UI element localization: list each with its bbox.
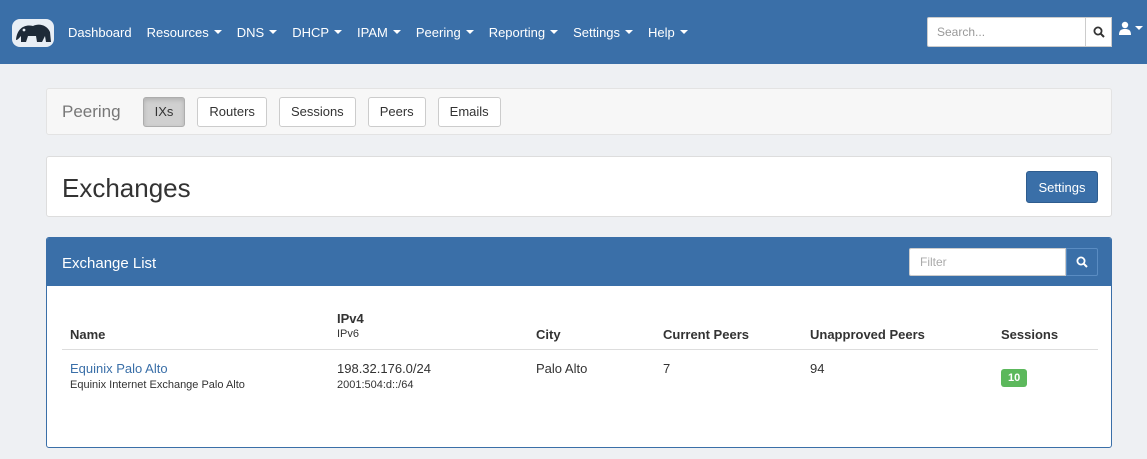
nav-item-label: Help [648, 24, 675, 40]
nav-item-label: Peering [415, 24, 461, 40]
nav-item-peering[interactable]: Peering [416, 25, 474, 40]
search-button[interactable] [1086, 17, 1112, 47]
column-header-name[interactable]: Name [70, 327, 105, 342]
app-logo-icon[interactable] [10, 16, 56, 50]
tab-peers[interactable]: Peers [367, 96, 426, 127]
column-header-ip[interactable]: IPv4 IPv6 [337, 311, 364, 340]
column-header-unapproved-peers[interactable]: Unapproved Peers [810, 327, 925, 342]
exchange-description: Equinix Internet Exchange Palo Alto [70, 379, 245, 391]
chevron-down-icon [269, 30, 278, 34]
panel-heading: Exchange List [47, 238, 1111, 286]
section-title: Peering [62, 101, 121, 121]
peering-subnav: Peering IXs Routers Sessions Peers Emails [46, 88, 1112, 135]
sessions-count-badge[interactable]: 10 [1001, 369, 1028, 387]
exchange-ip-cell: 198.32.176.0/24 2001:504:d::/64 [337, 361, 431, 391]
table-header-divider [62, 349, 1098, 350]
top-navbar: Dashboard Resources DNS DHCP IPAM Peering Repo… [0, 0, 1147, 64]
exchange-name-link[interactable]: Equinix Palo Alto [70, 361, 168, 376]
nav-item-label: Reporting [488, 24, 546, 40]
column-header-city[interactable]: City [536, 327, 561, 342]
page-header: Exchanges Settings [46, 156, 1112, 217]
column-header-ipv6: IPv6 [337, 328, 360, 340]
chevron-down-icon [465, 30, 474, 34]
nav-item-label: Settings [573, 24, 621, 40]
exchange-list-panel: Exchange List Name IPv4 IPv6 City Curren… [46, 237, 1112, 448]
chevron-down-icon [625, 30, 634, 34]
column-header-ipv4: IPv4 [337, 311, 364, 326]
search-icon [1093, 26, 1105, 38]
exchange-city: Palo Alto [536, 361, 588, 376]
main-menu: Dashboard Resources DNS DHCP IPAM Peering Repo… [68, 25, 703, 40]
nav-item-dashboard[interactable]: Dashboard [68, 25, 132, 40]
nav-item-label: Resources [146, 24, 209, 40]
tab-ixs[interactable]: IXs [142, 96, 186, 127]
column-header-sessions[interactable]: Sessions [1001, 327, 1058, 342]
filter-button[interactable] [1066, 248, 1098, 276]
nav-item-label: IPAM [357, 24, 388, 40]
nav-item-ipam[interactable]: IPAM [357, 25, 401, 40]
chevron-down-icon [550, 30, 559, 34]
exchange-current-peers: 7 [663, 361, 671, 376]
chevron-down-icon [213, 30, 222, 34]
nav-item-dhcp[interactable]: DHCP [292, 24, 343, 40]
nav-item-label: DHCP [292, 24, 330, 40]
tab-emails[interactable]: Emails [437, 96, 501, 127]
global-search-input[interactable] [927, 17, 1086, 47]
user-icon [1119, 21, 1131, 35]
exchange-ipv6: 2001:504:d::/64 [337, 379, 414, 391]
chevron-down-icon [679, 30, 688, 34]
settings-button[interactable]: Settings [1026, 171, 1098, 203]
page-title: Exchanges [62, 173, 191, 203]
peering-tabs: IXs Routers Sessions Peers Emails [142, 96, 513, 127]
nav-item-help[interactable]: Help [648, 25, 688, 40]
nav-item-settings[interactable]: Settings [573, 24, 634, 40]
panel-title: Exchange List [62, 255, 157, 272]
user-menu[interactable] [1118, 21, 1143, 35]
exchange-name-cell: Equinix Palo Alto Equinix Internet Excha… [70, 361, 245, 391]
nav-item-label: Dashboard [68, 24, 132, 40]
nav-item-resources[interactable]: Resources [147, 25, 222, 40]
nav-item-reporting[interactable]: Reporting [488, 24, 559, 40]
search-icon [1076, 256, 1088, 268]
nav-item-label: DNS [236, 24, 265, 40]
exchange-ipv4: 198.32.176.0/24 [337, 361, 431, 376]
tab-sessions[interactable]: Sessions [278, 96, 356, 127]
filter-input[interactable] [909, 248, 1066, 276]
nav-item-dns[interactable]: DNS [236, 24, 278, 40]
tab-routers[interactable]: Routers [197, 96, 267, 127]
chevron-down-icon [392, 30, 401, 34]
exchange-unapproved-peers: 94 [810, 361, 825, 376]
column-header-current-peers[interactable]: Current Peers [663, 327, 749, 342]
chevron-down-icon [1135, 26, 1143, 30]
chevron-down-icon [334, 30, 343, 34]
